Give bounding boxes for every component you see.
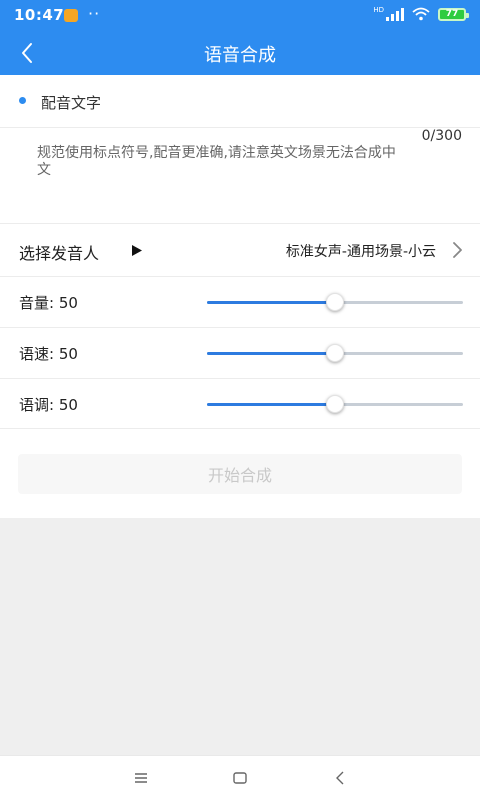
page-title: 语音合成 bbox=[204, 45, 276, 66]
char-counter: 0/300 bbox=[421, 128, 462, 144]
speaker-label: 选择发音人 bbox=[19, 244, 100, 263]
pitch-slider-fill bbox=[207, 403, 335, 406]
home-icon[interactable] bbox=[230, 768, 250, 788]
section-label-row: 配音文字 bbox=[0, 75, 480, 127]
system-nav-bar bbox=[0, 755, 480, 800]
battery-level: 77 bbox=[445, 9, 459, 19]
status-bar: 10:47 ·· HD 77 bbox=[0, 0, 480, 30]
back-icon[interactable] bbox=[331, 768, 351, 788]
volume-row: 音量: 50 bbox=[0, 276, 480, 327]
speed-slider-thumb[interactable] bbox=[326, 344, 344, 362]
start-synthesis-button[interactable]: 开始合成 bbox=[18, 454, 462, 494]
cellular-signal-icon: HD bbox=[373, 7, 404, 21]
volume-slider-fill bbox=[207, 301, 335, 304]
play-icon[interactable] bbox=[131, 244, 143, 257]
message-notification-icon bbox=[64, 9, 78, 22]
pitch-label: 语调: 50 bbox=[19, 396, 78, 414]
speaker-value: 标准女声-通用场景-小云 bbox=[285, 244, 436, 260]
chevron-right-icon bbox=[453, 242, 462, 258]
pitch-slider[interactable] bbox=[207, 395, 463, 413]
speed-slider-fill bbox=[207, 352, 335, 355]
pitch-row: 语调: 50 bbox=[0, 378, 480, 429]
battery-icon: 77 bbox=[438, 7, 469, 21]
speed-label: 语速: 50 bbox=[19, 345, 78, 363]
volume-slider-thumb[interactable] bbox=[326, 293, 344, 311]
status-dots: ·· bbox=[88, 4, 101, 23]
status-time: 10:47 bbox=[14, 6, 65, 24]
volume-label: 音量: 50 bbox=[19, 294, 78, 312]
section-label: 配音文字 bbox=[41, 94, 102, 112]
pitch-slider-thumb[interactable] bbox=[326, 395, 344, 413]
menu-icon[interactable] bbox=[131, 768, 151, 788]
system-icons: HD 77 bbox=[373, 7, 469, 21]
wifi-icon bbox=[412, 7, 430, 21]
volume-slider[interactable] bbox=[207, 293, 463, 311]
app-header: 语音合成 bbox=[0, 30, 480, 75]
text-placeholder: 规范使用标点符号,配音更准确,请注意英文场景无法合成中文 bbox=[37, 145, 396, 178]
speed-slider[interactable] bbox=[207, 344, 463, 362]
speed-row: 语速: 50 bbox=[0, 327, 480, 378]
bullet-dot bbox=[19, 97, 26, 104]
synthesis-form: 配音文字 0/300 规范使用标点符号,配音更准确,请注意英文场景无法合成中文 … bbox=[0, 75, 480, 518]
speaker-select-row[interactable]: 选择发音人 标准女声-通用场景-小云 bbox=[0, 223, 480, 276]
dubbing-text-input[interactable]: 0/300 规范使用标点符号,配音更准确,请注意英文场景无法合成中文 bbox=[0, 127, 480, 223]
